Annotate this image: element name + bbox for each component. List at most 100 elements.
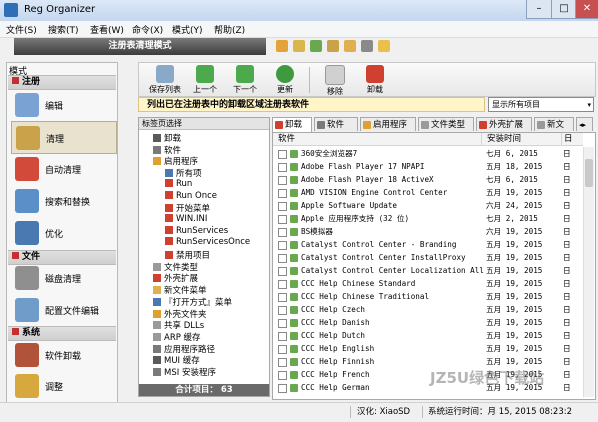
tree-node[interactable]: 软件 <box>153 144 181 156</box>
uninstall-button[interactable]: 卸载 <box>355 65 395 95</box>
next-button[interactable]: 下一个 <box>225 65 265 95</box>
row-checkbox[interactable] <box>278 358 287 367</box>
tree-node[interactable]: 应用程序路径 <box>153 343 215 355</box>
menu-file[interactable]: 文件(S) <box>6 23 37 36</box>
filter-select[interactable]: 显示所有项目 ▾ <box>488 97 594 112</box>
folder-icon[interactable] <box>327 40 339 52</box>
row-checkbox[interactable] <box>278 254 287 263</box>
search-icon[interactable] <box>293 40 305 52</box>
menu-help[interactable]: 帮助(Z) <box>214 23 245 36</box>
table-row[interactable]: Catalyst Control Center InstallProxy 五月 1… <box>273 252 583 264</box>
row-checkbox[interactable] <box>278 293 287 302</box>
tree-node[interactable]: ARP 缓存 <box>153 331 201 343</box>
nav-clean[interactable]: 清理 <box>11 121 117 154</box>
tree-node[interactable]: 外壳文件夹 <box>153 308 207 320</box>
tab-software[interactable]: 软件 <box>314 117 358 131</box>
tree-node[interactable]: 新文件菜单 <box>153 284 207 296</box>
minimize-button[interactable]: – <box>526 0 552 19</box>
menu-command[interactable]: 命令(X) <box>132 23 163 36</box>
table-row[interactable]: BS模拟器 六月 19, 2015 日 <box>273 226 583 238</box>
tree-node[interactable]: RunServicesOnce <box>165 237 250 247</box>
tree-node[interactable]: MUI 缓存 <box>153 354 200 366</box>
vertical-scrollbar[interactable] <box>583 147 594 397</box>
table-row[interactable]: Adobe Flash Player 17 NPAPI 五月 18, 2015 日 <box>273 161 583 173</box>
row-checkbox[interactable] <box>278 332 287 341</box>
tree-node[interactable]: 禁用项目 <box>165 249 210 261</box>
tree-node[interactable]: Run <box>165 178 192 189</box>
nav-tweaks[interactable]: 调整 <box>11 370 115 401</box>
row-checkbox[interactable] <box>278 306 287 315</box>
nav-search-replace[interactable]: 搜索和替换 <box>11 185 115 216</box>
table-row[interactable]: CCC Help English 五月 19, 2015 日 <box>273 343 583 355</box>
col-header-install-date[interactable]: 安装时间 <box>481 133 561 146</box>
menu-search[interactable]: 搜索(T) <box>48 23 79 36</box>
tree-node[interactable]: 文件类型 <box>153 261 198 273</box>
tree-node[interactable]: MSI 安装程序 <box>153 366 216 378</box>
section-registry[interactable]: 注册 <box>8 75 116 90</box>
row-checkbox[interactable] <box>278 150 287 159</box>
table-row[interactable]: Catalyst Control Center - Branding 五月 19,… <box>273 239 583 251</box>
tools-icon[interactable] <box>361 40 373 52</box>
tree-node[interactable]: Run Once <box>165 190 217 201</box>
table-row[interactable]: CCC Help Chinese Standard 五月 19, 2015 日 <box>273 278 583 290</box>
refresh-button[interactable]: 更新 <box>265 65 305 95</box>
tab-shell-ext[interactable]: 外壳扩展 <box>476 117 532 131</box>
previous-button[interactable]: 上一个 <box>185 65 225 95</box>
col-header-software[interactable]: 软件 <box>273 133 481 146</box>
col-header-extra[interactable]: 日 <box>561 133 583 146</box>
scroll-thumb[interactable] <box>585 159 593 187</box>
row-checkbox[interactable] <box>278 228 287 237</box>
list-icon[interactable] <box>276 40 288 52</box>
row-checkbox[interactable] <box>278 163 287 172</box>
export-icon[interactable] <box>344 40 356 52</box>
menu-mode[interactable]: 模式(Y) <box>172 23 203 36</box>
table-row[interactable]: CCC Help Finnish 五月 19, 2015 日 <box>273 356 583 368</box>
tree-node[interactable]: WIN.INI <box>165 213 207 224</box>
maximize-button[interactable]: □ <box>551 0 577 19</box>
save-list-button[interactable]: 保存列表 <box>145 65 185 95</box>
table-row[interactable]: CCC Help Danish 五月 19, 2015 日 <box>273 317 583 329</box>
row-checkbox[interactable] <box>278 202 287 211</box>
row-checkbox[interactable] <box>278 176 287 185</box>
tree-node[interactable]: 卸载 <box>153 132 181 144</box>
settings-icon[interactable] <box>378 40 390 52</box>
table-row[interactable]: Apple Software Update 六月 24, 2015 日 <box>273 200 583 212</box>
row-checkbox[interactable] <box>278 280 287 289</box>
tree-node[interactable]: 所有项 <box>165 167 202 179</box>
row-checkbox[interactable] <box>278 189 287 198</box>
nav-optimize[interactable]: 优化 <box>11 217 115 248</box>
tree-node[interactable]: 启用程序 <box>153 155 198 167</box>
table-row[interactable]: CCC Help Czech 五月 19, 2015 日 <box>273 304 583 316</box>
nav-uninstall[interactable]: 软件卸载 <box>11 339 115 370</box>
tree-node[interactable]: 共享 DLLs <box>153 319 204 331</box>
row-checkbox[interactable] <box>278 319 287 328</box>
row-checkbox[interactable] <box>278 241 287 250</box>
nav-auto-clean[interactable]: 自动清理 <box>11 153 115 184</box>
nav-edit[interactable]: 编辑 <box>11 89 115 120</box>
tree-node[interactable]: 『打开方式』菜单 <box>153 296 232 308</box>
row-checkbox[interactable] <box>278 267 287 276</box>
table-row[interactable]: 360安全浏览器7 七月 6, 2015 日 <box>273 148 583 160</box>
row-checkbox[interactable] <box>278 215 287 224</box>
row-checkbox[interactable] <box>278 345 287 354</box>
tree-node[interactable]: 开始菜单 <box>165 202 210 214</box>
table-row[interactable]: Apple 应用程序支持 (32 位) 七月 2, 2015 日 <box>273 213 583 225</box>
remove-button[interactable]: 移除 <box>315 65 355 97</box>
table-row[interactable]: Adobe Flash Player 18 ActiveX 七月 6, 2015 日 <box>273 174 583 186</box>
tree-node[interactable]: RunServices <box>165 225 228 236</box>
table-row[interactable]: AMD VISION Engine Control Center 五月 19, 2… <box>273 187 583 199</box>
menu-view[interactable]: 查看(W) <box>90 23 124 36</box>
tab-startup[interactable]: 启用程序 <box>360 117 416 131</box>
tab-scroll-buttons[interactable]: ◂▸ <box>576 117 593 131</box>
row-checkbox[interactable] <box>278 371 287 380</box>
star-icon[interactable] <box>310 40 322 52</box>
nav-config-edit[interactable]: 配置文件编辑 <box>11 294 115 325</box>
tab-file-types[interactable]: 文件类型 <box>418 117 474 131</box>
table-row[interactable]: CCC Help Dutch 五月 19, 2015 日 <box>273 330 583 342</box>
tree-node[interactable]: 外壳扩展 <box>153 272 198 284</box>
table-row[interactable]: CCC Help Chinese Traditional 五月 19, 2015 日 <box>273 291 583 303</box>
close-button[interactable]: ✕ <box>575 0 598 19</box>
table-row[interactable]: Catalyst Control Center Localization All… <box>273 265 583 277</box>
nav-disk-clean[interactable]: 磁盘清理 <box>11 262 115 293</box>
tab-new-file[interactable]: 新文 <box>534 117 574 131</box>
